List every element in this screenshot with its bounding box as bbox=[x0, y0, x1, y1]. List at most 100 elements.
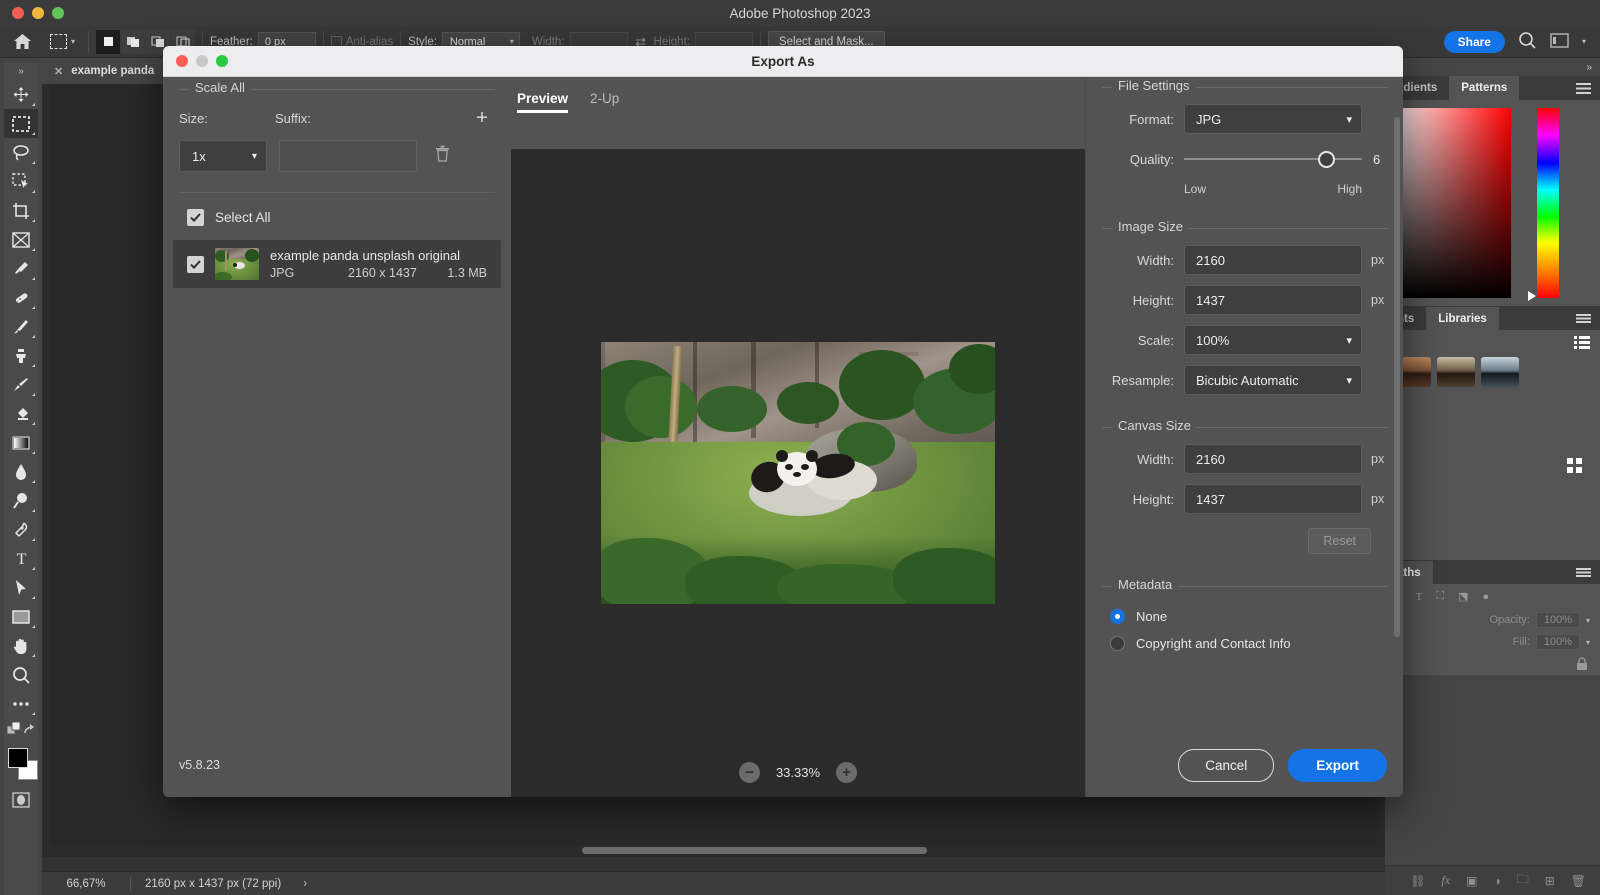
library-thumbnail[interactable] bbox=[1437, 357, 1475, 387]
layer-mask-icon[interactable]: ▣ bbox=[1466, 874, 1477, 888]
opacity-value[interactable]: 100% bbox=[1535, 612, 1580, 628]
adjustment-filter-icon[interactable]: ● bbox=[1483, 591, 1490, 603]
add-to-selection-button[interactable] bbox=[121, 29, 146, 54]
swap-colors-icon[interactable] bbox=[22, 722, 36, 736]
new-selection-button[interactable] bbox=[96, 29, 121, 54]
image-width-input[interactable]: 2160 bbox=[1184, 245, 1362, 275]
lasso-tool[interactable] bbox=[4, 138, 38, 167]
healing-brush-tool[interactable] bbox=[4, 283, 38, 312]
default-colors-icon[interactable] bbox=[6, 722, 21, 736]
preview-stage[interactable]: − 33.33% + bbox=[511, 149, 1085, 797]
edit-toolbar-ellipsis-icon[interactable] bbox=[4, 689, 38, 718]
metadata-option-copyright[interactable]: Copyright and Contact Info bbox=[1102, 630, 1387, 657]
chevron-right-icon[interactable]: › bbox=[281, 878, 307, 890]
tab-patterns[interactable]: Patterns bbox=[1449, 76, 1520, 100]
foreground-color-swatch[interactable] bbox=[8, 748, 28, 768]
search-icon[interactable] bbox=[1518, 31, 1537, 53]
scale-size-select[interactable]: 1x ▾ bbox=[179, 140, 267, 172]
cancel-button[interactable]: Cancel bbox=[1178, 748, 1275, 782]
resample-select[interactable]: Bicubic Automatic ▾ bbox=[1184, 365, 1362, 395]
move-tool[interactable] bbox=[4, 80, 38, 109]
opacity-label: Opacity: bbox=[1489, 614, 1530, 626]
lock-icon[interactable] bbox=[1576, 657, 1588, 671]
canvas-horizontal-scrollbar[interactable] bbox=[582, 847, 927, 854]
add-scale-icon[interactable]: + bbox=[469, 108, 495, 128]
type-filter-icon[interactable]: T bbox=[1416, 591, 1423, 603]
chevron-down-icon[interactable]: ▾ bbox=[1586, 616, 1590, 625]
suffix-input[interactable] bbox=[279, 140, 417, 172]
chevron-down-icon[interactable]: ▾ bbox=[1586, 638, 1590, 647]
export-button[interactable]: Export bbox=[1288, 748, 1387, 782]
fill-value[interactable]: 100% bbox=[1535, 634, 1580, 650]
path-selection-tool[interactable] bbox=[4, 573, 38, 602]
canvas-width-input[interactable]: 2160 bbox=[1184, 444, 1362, 474]
shape-filter-icon[interactable]: ⛶ bbox=[1436, 590, 1444, 603]
panel-menu-icon[interactable] bbox=[1576, 76, 1600, 100]
status-zoom-level[interactable]: 66,67% bbox=[42, 878, 130, 890]
grid-view-icon[interactable] bbox=[1567, 458, 1582, 473]
gradient-tool[interactable] bbox=[4, 428, 38, 457]
home-icon[interactable] bbox=[0, 33, 44, 50]
workspace-switcher-icon[interactable] bbox=[1550, 32, 1569, 51]
select-all-checkbox[interactable] bbox=[187, 209, 204, 226]
app-title-bar: Adobe Photoshop 2023 bbox=[0, 0, 1600, 26]
slider-thumb[interactable] bbox=[1318, 150, 1335, 168]
asset-checkbox[interactable] bbox=[187, 255, 204, 273]
radio-button[interactable] bbox=[1110, 636, 1125, 651]
active-tool-chip[interactable]: ▾ bbox=[44, 29, 81, 55]
object-selection-tool[interactable] bbox=[4, 167, 38, 196]
tab-2up[interactable]: 2-Up bbox=[590, 91, 619, 113]
panel-menu-icon[interactable] bbox=[1576, 307, 1600, 330]
chevron-down-icon[interactable]: ▾ bbox=[1582, 37, 1586, 46]
list-view-icon[interactable] bbox=[1385, 330, 1600, 349]
eraser-tool[interactable] bbox=[4, 399, 38, 428]
select-all-row[interactable]: Select All bbox=[163, 193, 511, 240]
image-scale-select[interactable]: 100% ▾ bbox=[1184, 325, 1362, 355]
rectangular-marquee-tool[interactable] bbox=[4, 109, 38, 138]
tab-preview[interactable]: Preview bbox=[517, 91, 569, 113]
clone-stamp-tool[interactable] bbox=[4, 341, 38, 370]
quality-slider[interactable] bbox=[1184, 144, 1362, 174]
hand-tool[interactable] bbox=[4, 631, 38, 660]
pen-tool[interactable] bbox=[4, 515, 38, 544]
brush-tool[interactable] bbox=[4, 312, 38, 341]
settings-scrollbar[interactable] bbox=[1394, 117, 1400, 637]
trash-icon[interactable] bbox=[429, 145, 455, 167]
radio-button-selected[interactable] bbox=[1110, 609, 1125, 624]
new-group-icon[interactable]: 🗀 bbox=[1517, 870, 1529, 891]
format-select[interactable]: JPG ▾ bbox=[1184, 104, 1362, 134]
quick-mask-icon[interactable] bbox=[12, 792, 30, 808]
new-layer-icon[interactable]: ⊞ bbox=[1545, 874, 1555, 888]
panel-menu-icon[interactable] bbox=[1576, 561, 1600, 584]
document-tab[interactable]: ✕ example panda bbox=[42, 58, 167, 84]
canvas-height-input[interactable]: 1437 bbox=[1184, 484, 1362, 514]
double-chevron-right-icon[interactable]: » bbox=[1385, 58, 1600, 76]
smart-object-filter-icon[interactable]: ⬔ bbox=[1458, 590, 1468, 603]
delete-layer-icon[interactable]: 🗑 bbox=[1571, 874, 1586, 888]
link-layers-icon[interactable]: ⛓ bbox=[1410, 874, 1425, 888]
hue-strip[interactable] bbox=[1528, 108, 1560, 301]
library-thumbnail[interactable] bbox=[1481, 357, 1519, 387]
adjustment-layer-icon[interactable]: ◑ bbox=[1493, 874, 1500, 888]
chevron-down-icon: ▾ bbox=[509, 37, 514, 46]
double-chevron-right-icon[interactable]: » bbox=[4, 62, 38, 80]
dodge-tool[interactable] bbox=[4, 486, 38, 515]
close-x-icon[interactable]: ✕ bbox=[54, 65, 63, 78]
share-button[interactable]: Share bbox=[1443, 30, 1505, 53]
eyedropper-tool[interactable] bbox=[4, 254, 38, 283]
metadata-option-none[interactable]: None bbox=[1102, 603, 1387, 630]
asset-list-item[interactable]: example panda unsplash original JPG 2160… bbox=[173, 240, 501, 288]
tab-libraries[interactable]: Libraries bbox=[1426, 307, 1499, 330]
image-height-input[interactable]: 1437 bbox=[1184, 285, 1362, 315]
layer-style-fx-icon[interactable]: fx bbox=[1441, 873, 1450, 888]
image-scale-row: Scale: 100% ▾ bbox=[1102, 325, 1387, 355]
type-tool[interactable]: T bbox=[4, 544, 38, 573]
crop-tool[interactable] bbox=[4, 196, 38, 225]
rectangle-tool[interactable] bbox=[4, 602, 38, 631]
frame-tool[interactable] bbox=[4, 225, 38, 254]
history-brush-tool[interactable] bbox=[4, 370, 38, 399]
canvas-reset-button[interactable]: Reset bbox=[1308, 528, 1371, 554]
blur-tool[interactable] bbox=[4, 457, 38, 486]
color-field[interactable] bbox=[1393, 108, 1511, 298]
zoom-tool[interactable] bbox=[4, 660, 38, 689]
